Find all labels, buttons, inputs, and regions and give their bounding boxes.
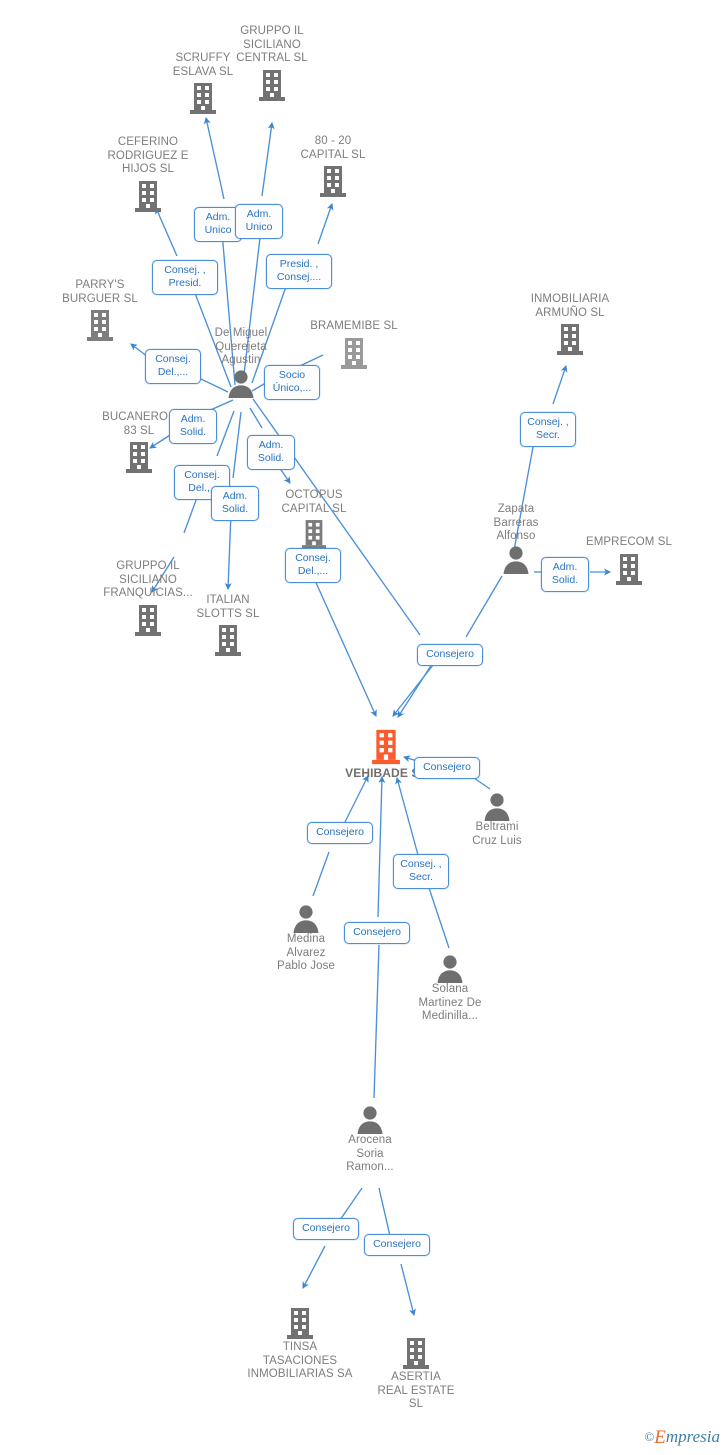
node-label: INMOBILIARIA ARMUÑO SL <box>530 293 610 319</box>
edge-label-consej-presid-ceferino[interactable]: Consej. , Presid. <box>152 260 218 295</box>
edge-label-socio-unico-bramemibe[interactable]: Socio Único,... <box>264 365 320 400</box>
node-company-tinsa-tasaciones[interactable]: TINSA TASACIONES INMOBILIARIAS SA <box>235 1306 365 1382</box>
node-company-parrys-burguer[interactable]: PARRY'S BURGUER SL <box>35 279 165 342</box>
brand-initial: E <box>654 1427 666 1448</box>
brand-name: mpresia <box>665 1427 720 1446</box>
node-label: EMPRECOM SL <box>585 536 673 548</box>
node-person-arocena-soria-ramon[interactable]: Arocena Soria Ramon... <box>305 1104 435 1175</box>
node-label: ITALIAN SLOTTS SL <box>196 594 260 620</box>
node-label: Zapata Barreras Alfonso <box>493 503 539 542</box>
node-label: Arocena Soria Ramon... <box>346 1134 394 1173</box>
node-company-ceferino-rodriguez[interactable]: CEFERINO RODRIGUEZ E HIJOS SL <box>83 136 213 213</box>
building-icon <box>207 68 337 102</box>
building-icon <box>249 518 379 550</box>
node-label: OCTOPUS CAPITAL SL <box>281 489 347 515</box>
edge-label-adm-solid-italian[interactable]: Adm. Solid. <box>211 486 259 521</box>
building-icon <box>235 1306 365 1340</box>
node-company-bramemibe[interactable]: BRAMEMIBE SL <box>289 320 419 370</box>
edge-label-consejero-demiguel-vehibade[interactable]: Consejero <box>417 644 483 666</box>
building-icon <box>505 322 635 356</box>
building-icon <box>35 308 165 342</box>
node-label: ASERTIA REAL ESTATE SL <box>377 1371 455 1410</box>
node-label: Solana Martinez De Medinilla... <box>418 983 482 1022</box>
node-label: 80 - 20 CAPITAL SL <box>300 135 366 161</box>
person-icon <box>305 1104 435 1134</box>
node-company-asertia-real-estate[interactable]: ASERTIA REAL ESTATE SL <box>351 1336 481 1412</box>
org-network-diagram: SCRUFFY ESLAVA SL GRUPPO IL SICILIANO CE… <box>0 0 728 1455</box>
edge-label-consejero-arocena-asertia[interactable]: Consejero <box>364 1234 430 1256</box>
node-company-italian-slotts[interactable]: ITALIAN SLOTTS SL <box>163 594 293 657</box>
node-label: BRAMEMIBE SL <box>310 320 398 332</box>
edge-label-adm-solid-bucaneros[interactable]: Adm. Solid. <box>169 409 217 444</box>
node-company-gruppo-siciliano-central[interactable]: GRUPPO IL SICILIANO CENTRAL SL <box>207 25 337 102</box>
building-icon <box>163 623 293 657</box>
node-label: CEFERINO RODRIGUEZ E HIJOS SL <box>107 136 189 175</box>
building-icon <box>83 179 213 213</box>
edge-label-consej-secr-solana-vehibade[interactable]: Consej. , Secr. <box>393 854 449 889</box>
edge-label-adm-unico-gruppo-central[interactable]: Adm. Unico <box>235 204 283 239</box>
edge-label-consejero-medina-vehibade[interactable]: Consejero <box>307 822 373 844</box>
node-label: Beltrami Cruz Luis <box>472 821 522 847</box>
empresia-watermark: ©Empresia <box>644 1427 720 1449</box>
node-person-solana-martinez-de-medinilla[interactable]: Solana Martinez De Medinilla... <box>385 953 515 1024</box>
node-company-80-20-capital[interactable]: 80 - 20 CAPITAL SL <box>268 135 398 198</box>
edge-label-adm-solid-octopus[interactable]: Adm. Solid. <box>247 435 295 470</box>
node-label: TINSA TASACIONES INMOBILIARIAS SA <box>247 1341 353 1380</box>
node-company-octopus-capital[interactable]: OCTOPUS CAPITAL SL <box>249 489 379 550</box>
edge-label-consejero-arocena-tinsa[interactable]: Consejero <box>293 1218 359 1240</box>
person-icon <box>385 953 515 983</box>
edge-label-consej-del-octopus-vehibade[interactable]: Consej. Del.,... <box>285 548 341 583</box>
edge-label-adm-solid-emprecom[interactable]: Adm. Solid. <box>541 557 589 592</box>
node-company-inmobiliaria-armuno[interactable]: INMOBILIARIA ARMUÑO SL <box>505 293 635 356</box>
building-icon <box>268 164 398 198</box>
copyright-symbol: © <box>644 1429 655 1444</box>
edge-label-consejero-arocena-vehibade[interactable]: Consejero <box>344 922 410 944</box>
node-person-beltrami-cruz-luis[interactable]: Beltrami Cruz Luis <box>432 791 562 848</box>
person-icon <box>432 791 562 821</box>
node-label: GRUPPO IL SICILIANO CENTRAL SL <box>236 25 308 64</box>
node-label: PARRY'S BURGUER SL <box>62 279 138 305</box>
edge-label-consej-del-parrys[interactable]: Consej. Del.,... <box>145 349 201 384</box>
edge-label-consejero-beltrami-vehibade[interactable]: Consejero <box>414 757 480 779</box>
building-icon <box>351 1336 481 1370</box>
edge-label-presid-consej-80-20[interactable]: Presid. , Consej.... <box>266 254 332 289</box>
edge-label-consej-secr-inmobiliaria[interactable]: Consej. , Secr. <box>520 412 576 447</box>
